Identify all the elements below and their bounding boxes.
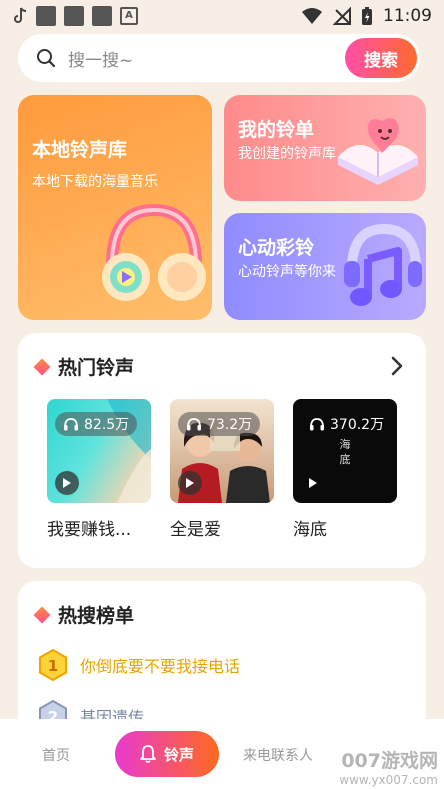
diamond-icon (33, 358, 51, 375)
headphones-icon (310, 418, 324, 431)
chevron-right-icon[interactable] (390, 355, 404, 377)
ringtone-cover: 73.2万 (170, 399, 274, 503)
tiktok-icon (14, 7, 27, 23)
battery-charging-icon (362, 7, 372, 25)
card-title: 心动彩铃 (238, 237, 315, 259)
ringtone-tile[interactable]: 73.2万 全是爱 (170, 399, 274, 540)
a-icon: A (120, 7, 138, 25)
section-title: 热门铃声 (58, 357, 135, 379)
ringtone-name: 我要赚钱... (47, 520, 132, 540)
my-ringtone-list-card[interactable]: 我的铃单 我创建的铃声库 (224, 95, 426, 201)
play-button[interactable] (55, 471, 79, 495)
play-count-badge: 73.2万 (178, 412, 261, 436)
ringtone-cover: 海 底 370.2万 (293, 399, 397, 503)
card-title: 本地铃声库 (32, 139, 128, 161)
hot-search-text: 你倒底要不要我接电话 (80, 657, 241, 676)
ringtone-name: 全是爱 (170, 520, 221, 540)
ringtone-tile[interactable]: 82.5万 我要赚钱... (47, 399, 151, 540)
search-icon (37, 49, 56, 68)
watermark: 007游戏网 www.yx007.com (339, 746, 438, 787)
search-bar[interactable]: 搜一搜~ 搜索 (18, 34, 420, 82)
play-count-badge: 82.5万 (55, 412, 138, 436)
notification-icon (64, 6, 84, 26)
diamond-icon (33, 606, 51, 623)
nav-ringtone-label: 铃声 (163, 745, 194, 764)
hot-search-item[interactable]: 1 你倒底要不要我接电话 (38, 649, 240, 681)
card-subtitle: 本地下载的海量音乐 (32, 174, 158, 190)
play-count: 370.2万 (330, 417, 385, 433)
watermark-url: www.yx007.com (339, 773, 438, 787)
ringtone-tile[interactable]: 海 底 370.2万 海底 (293, 399, 397, 540)
play-count-badge: 370.2万 (301, 412, 392, 436)
clock: 11:09 (383, 6, 432, 26)
status-bar: A 11:09 (0, 0, 444, 32)
card-title: 我的铃单 (238, 119, 315, 141)
card-subtitle: 我创建的铃声库 (238, 146, 336, 162)
hot-ringtones-section: 热门铃声 82.5万 我要赚钱... 73.2万 全是爱 海 底 370.2万 … (18, 333, 426, 568)
play-icon (63, 478, 71, 488)
wifi-icon (302, 8, 322, 24)
bell-icon (140, 745, 156, 763)
notification-icon (92, 6, 112, 26)
headphones-icon (102, 203, 206, 301)
play-button[interactable] (301, 471, 325, 495)
heart-ringback-card[interactable]: 心动彩铃 心动铃声等你来 (224, 213, 426, 320)
headphones-icon (64, 418, 78, 431)
play-count: 73.2万 (207, 417, 253, 433)
search-input[interactable]: 搜一搜~ (68, 46, 133, 71)
search-button[interactable]: 搜索 (345, 38, 417, 78)
signal-off-icon (333, 7, 351, 25)
notification-icon (36, 6, 56, 26)
headphones-icon (187, 418, 201, 431)
ringtone-cover: 82.5万 (47, 399, 151, 503)
heart-book-icon (338, 118, 418, 185)
local-library-card[interactable]: 本地铃声库 本地下载的海量音乐 (18, 95, 212, 320)
nav-ringtone[interactable]: 铃声 (115, 731, 219, 777)
cover-art-text: 海 底 (339, 438, 351, 466)
nav-caller-contacts[interactable]: 来电联系人 (243, 745, 313, 765)
nav-home[interactable]: 首页 (42, 745, 70, 765)
play-icon (186, 478, 194, 488)
play-button[interactable] (178, 471, 202, 495)
play-count: 82.5万 (84, 417, 130, 433)
ringtone-name: 海底 (293, 520, 327, 540)
rank-badge-icon: 1 (39, 649, 67, 681)
rank-number: 1 (48, 657, 58, 675)
section-title: 热搜榜单 (58, 605, 135, 627)
play-icon (309, 478, 317, 488)
music-headphone-icon (344, 223, 422, 306)
watermark-title: 007游戏网 (341, 750, 438, 772)
card-subtitle: 心动铃声等你来 (238, 264, 336, 280)
